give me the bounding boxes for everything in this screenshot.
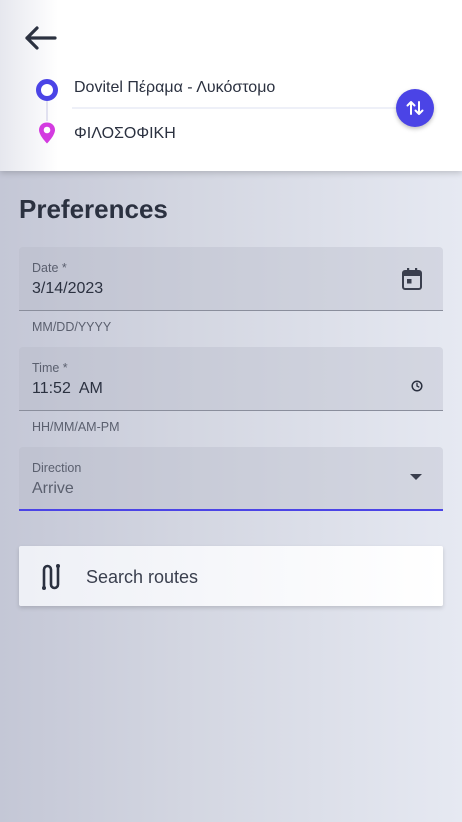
swap-vertical-icon <box>406 101 424 115</box>
route-icon <box>42 564 60 590</box>
route-divider <box>72 107 402 109</box>
date-label: Date * <box>32 261 67 275</box>
direction-label: Direction <box>32 461 82 475</box>
destination-field[interactable]: ΦΙΛΟΣΟΦΙΚΗ <box>74 125 176 143</box>
origin-field[interactable]: Dovitel Πέραμα - Λυκόστομο <box>74 79 275 97</box>
time-label: Time * <box>32 361 68 375</box>
chevron-down-icon <box>410 474 422 480</box>
origin-circle-icon <box>36 79 58 101</box>
back-button[interactable] <box>20 22 60 54</box>
direction-dropdown[interactable] <box>409 473 423 481</box>
preferences-title: Preferences <box>19 194 168 224</box>
direction-select[interactable]: Direction Arrive <box>19 447 443 511</box>
route-header: Dovitel Πέραμα - Λυκόστομο ΦΙΛΟΣΟΦΙΚΗ <box>0 0 462 171</box>
date-field[interactable]: Date * 3/14/2023 <box>19 247 443 311</box>
time-field[interactable]: Time * 11:52 AM <box>19 347 443 411</box>
direction-value: Arrive <box>32 480 74 497</box>
calendar-icon <box>402 268 422 290</box>
time-value: 11:52 AM <box>32 380 103 397</box>
date-value: 3/14/2023 <box>32 280 104 297</box>
route-connector <box>46 101 48 121</box>
arrow-left-icon <box>25 26 57 50</box>
time-helper: HH/MM/AM-PM <box>32 420 120 434</box>
search-routes-label: Search routes <box>86 567 199 587</box>
date-helper: MM/DD/YYYY <box>32 320 112 334</box>
clock-button[interactable] <box>411 380 423 392</box>
calendar-button[interactable] <box>401 267 423 291</box>
location-pin-icon <box>39 122 55 144</box>
search-routes-button[interactable]: Search routes <box>19 546 443 606</box>
clock-icon <box>411 380 423 392</box>
swap-button[interactable] <box>396 89 434 127</box>
